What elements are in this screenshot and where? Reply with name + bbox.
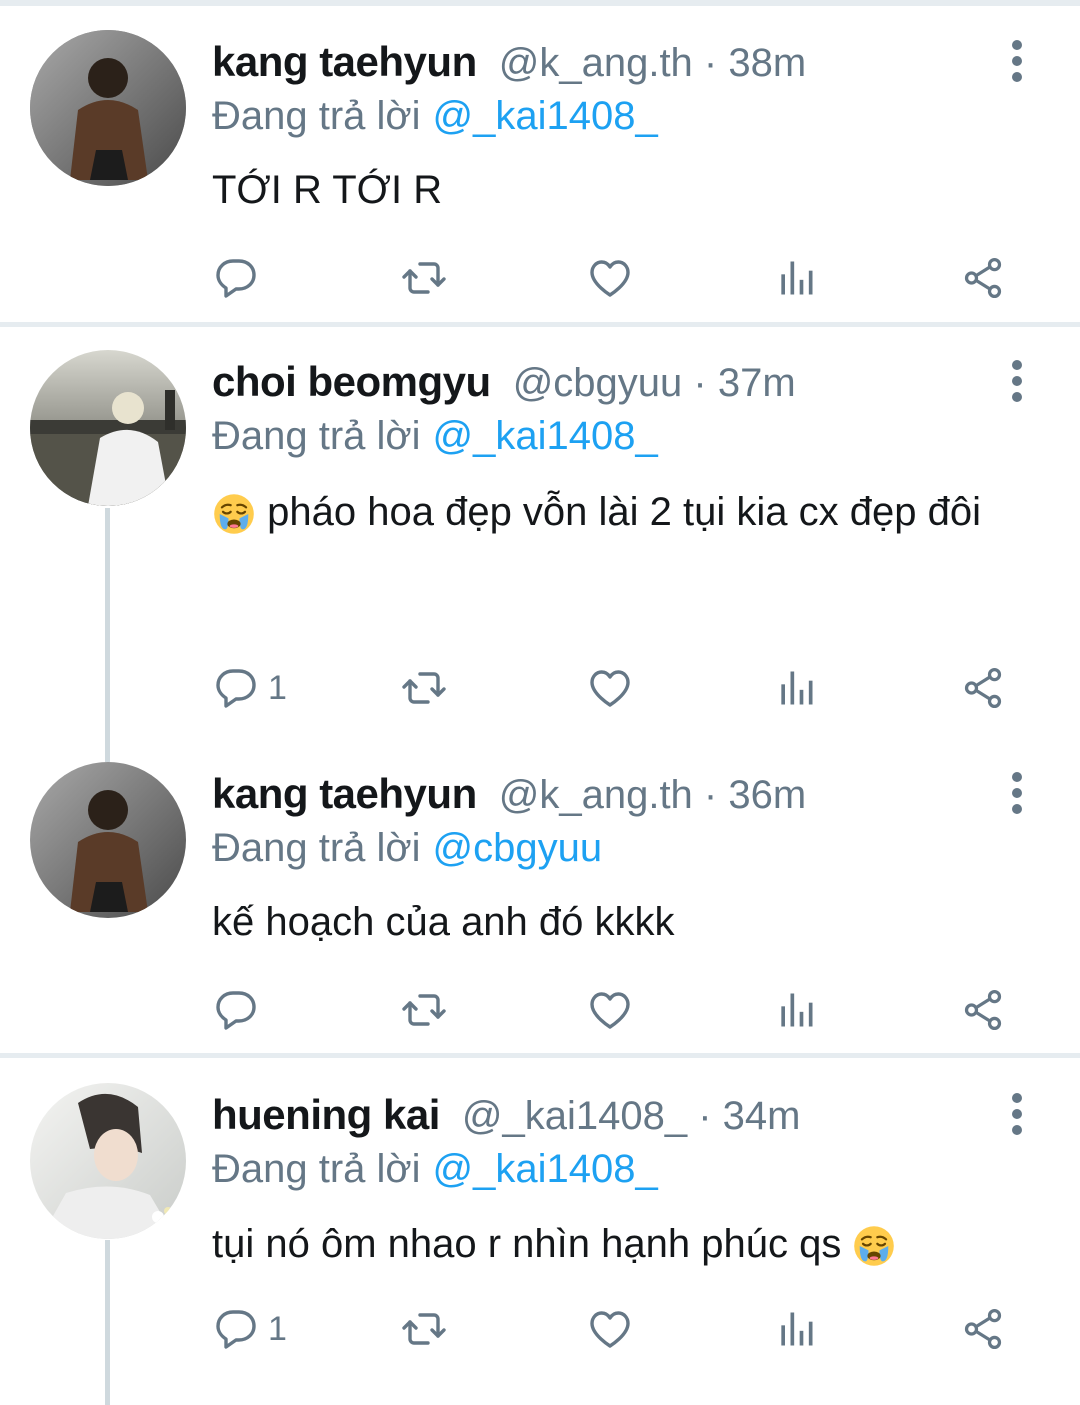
- like-button[interactable]: [586, 248, 634, 308]
- analytics-button[interactable]: [774, 248, 818, 308]
- reply-mention-link[interactable]: @_kai1408_: [433, 1147, 658, 1191]
- loudly-crying-face-emoji: [212, 492, 256, 536]
- analytics-button[interactable]: [774, 980, 818, 1040]
- retweet-icon: [398, 986, 450, 1034]
- analytics-icon: [774, 254, 818, 302]
- more-options-icon[interactable]: [1004, 346, 1030, 416]
- thread-connector: [105, 508, 110, 762]
- avatar-photo: [30, 1083, 186, 1239]
- retweet-button[interactable]: [398, 658, 450, 718]
- share-button[interactable]: [960, 980, 1006, 1040]
- analytics-icon: [774, 1305, 818, 1353]
- retweet-icon: [398, 254, 450, 302]
- reply-prefix: Đang trả lời: [212, 1147, 421, 1191]
- tweet-divider: [0, 322, 1080, 327]
- analytics-icon: [774, 986, 818, 1034]
- share-icon: [960, 1305, 1006, 1353]
- handle-and-time[interactable]: @k_ang.th · 36m: [499, 773, 806, 818]
- avatar-photo: [30, 762, 186, 918]
- reply-mention-link[interactable]: @_kai1408_: [433, 94, 658, 138]
- like-button[interactable]: [586, 658, 634, 718]
- action-bar: [212, 980, 1032, 1040]
- handle-and-time[interactable]: @cbgyuu · 37m: [513, 361, 796, 406]
- reply-mention-link[interactable]: @_kai1408_: [433, 414, 658, 458]
- reply-mention-link[interactable]: @cbgyuu: [433, 826, 603, 870]
- display-name[interactable]: huening kai: [212, 1091, 440, 1139]
- retweet-button[interactable]: [398, 248, 450, 308]
- display-name[interactable]: kang taehyun: [212, 770, 477, 818]
- like-button[interactable]: [586, 980, 634, 1040]
- reply-button[interactable]: [212, 980, 260, 1040]
- avatar[interactable]: [30, 762, 186, 918]
- analytics-icon: [774, 664, 818, 712]
- tweet-text-content: pháo hoa đẹp vỗn lài 2 tụi kia cx đẹp đô…: [267, 490, 981, 534]
- loudly-crying-face-emoji: [852, 1224, 896, 1268]
- reply-icon: [212, 1305, 260, 1353]
- share-icon: [960, 664, 1006, 712]
- tweet-text-content: kế hoạch của anh đó kkkk: [212, 900, 675, 944]
- tweet-header: choi beomgyu @cbgyuu · 37m: [212, 358, 796, 414]
- reply-count: 1: [268, 1309, 287, 1348]
- share-icon: [960, 254, 1006, 302]
- action-bar: [212, 248, 1032, 308]
- retweet-button[interactable]: [398, 1299, 450, 1359]
- retweet-button[interactable]: [398, 980, 450, 1040]
- avatar[interactable]: [30, 350, 186, 506]
- action-bar: 1: [212, 1299, 1032, 1359]
- like-icon: [586, 254, 634, 302]
- reply-context: Đang trả lời @_kai1408_: [212, 1147, 658, 1192]
- tweet-header: huening kai @_kai1408_ · 34m: [212, 1091, 800, 1147]
- tweet-text: tụi nó ôm nhao r nhìn hạnh phúc qs: [212, 1206, 1012, 1282]
- share-icon: [960, 986, 1006, 1034]
- avatar[interactable]: [30, 30, 186, 186]
- tweet-header: kang taehyun @k_ang.th · 38m: [212, 38, 806, 94]
- retweet-icon: [398, 664, 450, 712]
- handle-and-time[interactable]: @k_ang.th · 38m: [499, 41, 806, 86]
- reply-button[interactable]: [212, 248, 260, 308]
- handle-and-time[interactable]: @_kai1408_ · 34m: [462, 1094, 801, 1139]
- tweet-text-content: tụi nó ôm nhao r nhìn hạnh phúc qs: [212, 1222, 842, 1266]
- reply-icon: [212, 664, 260, 712]
- like-icon: [586, 664, 634, 712]
- reply-icon: [212, 986, 260, 1034]
- display-name[interactable]: kang taehyun: [212, 38, 477, 86]
- like-button[interactable]: [586, 1299, 634, 1359]
- avatar-photo: [30, 30, 186, 186]
- retweet-icon: [398, 1305, 450, 1353]
- share-button[interactable]: [960, 248, 1006, 308]
- like-icon: [586, 986, 634, 1034]
- share-button[interactable]: [960, 658, 1006, 718]
- display-name[interactable]: choi beomgyu: [212, 358, 491, 406]
- action-bar: 1: [212, 658, 1032, 718]
- avatar[interactable]: [30, 1083, 186, 1239]
- reply-button[interactable]: 1: [212, 658, 287, 718]
- reply-prefix: Đang trả lời: [212, 826, 421, 870]
- reply-context: Đang trả lời @_kai1408_: [212, 414, 658, 459]
- tweet-header: kang taehyun @k_ang.th · 36m: [212, 770, 806, 826]
- analytics-button[interactable]: [774, 658, 818, 718]
- reply-context: Đang trả lời @cbgyuu: [212, 826, 602, 871]
- tweet-text: TỚI R TỚI R: [212, 152, 1012, 228]
- more-options-icon[interactable]: [1004, 26, 1030, 96]
- reply-context: Đang trả lời @_kai1408_: [212, 94, 658, 139]
- reply-prefix: Đang trả lời: [212, 94, 421, 138]
- like-icon: [586, 1305, 634, 1353]
- tweet-text-content: TỚI R TỚI R: [212, 168, 443, 212]
- thread-connector: [105, 1240, 110, 1405]
- reply-button[interactable]: 1: [212, 1299, 287, 1359]
- tweet-text: pháo hoa đẹp vỗn lài 2 tụi kia cx đẹp đô…: [212, 474, 1012, 550]
- more-options-icon[interactable]: [1004, 758, 1030, 828]
- reply-icon: [212, 254, 260, 302]
- reply-prefix: Đang trả lời: [212, 414, 421, 458]
- top-divider: [0, 0, 1080, 6]
- avatar-photo: [30, 350, 186, 506]
- share-button[interactable]: [960, 1299, 1006, 1359]
- tweet-divider: [0, 1053, 1080, 1058]
- reply-count: 1: [268, 668, 287, 707]
- analytics-button[interactable]: [774, 1299, 818, 1359]
- tweet-text: kế hoạch của anh đó kkkk: [212, 884, 1012, 960]
- more-options-icon[interactable]: [1004, 1079, 1030, 1149]
